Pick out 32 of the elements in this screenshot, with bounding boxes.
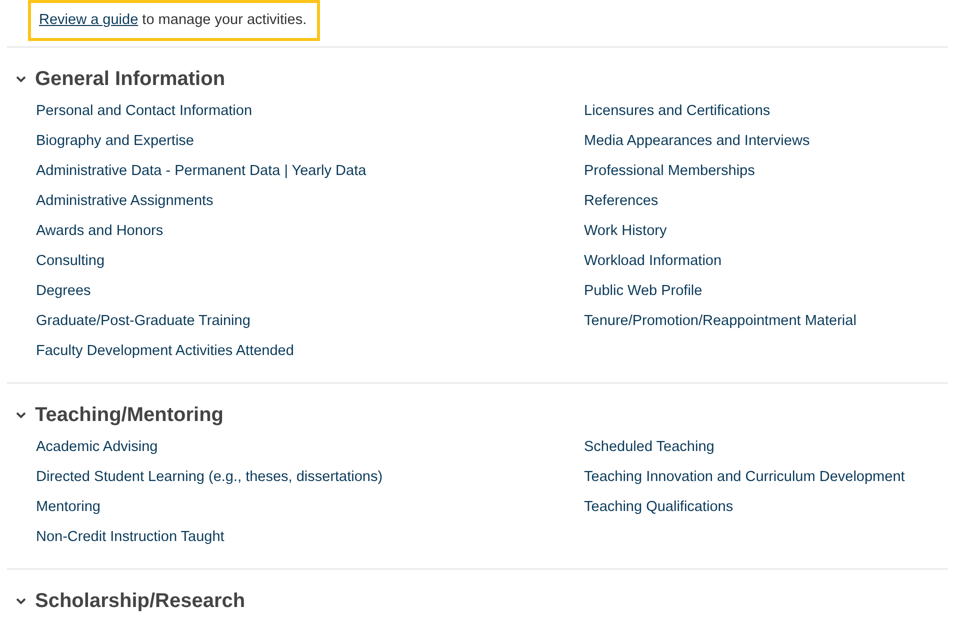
activity-link[interactable]: Degrees bbox=[36, 276, 91, 306]
chevron-icon[interactable] bbox=[16, 76, 26, 82]
activity-link[interactable]: Graduate/Post-Graduate Training bbox=[36, 306, 250, 336]
activity-link[interactable]: Work History bbox=[584, 216, 667, 246]
activity-link[interactable]: Workload Information bbox=[584, 246, 722, 276]
activity-link[interactable]: Academic Advising bbox=[36, 432, 158, 462]
activity-link[interactable]: Media Appearances and Interviews bbox=[584, 126, 810, 156]
activity-link[interactable]: Administrative Assignments bbox=[36, 186, 214, 216]
activity-link[interactable]: Tenure/Promotion/Reappointment Material bbox=[584, 306, 856, 336]
activity-link[interactable]: Directed Student Learning (e.g., theses, dissertations) bbox=[36, 462, 383, 492]
chevron-icon[interactable] bbox=[16, 598, 26, 604]
activity-link[interactable]: Faculty Development Activities Attended bbox=[36, 336, 294, 366]
activity-link[interactable]: Scheduled Teaching bbox=[584, 432, 714, 462]
section-title[interactable]: General Information bbox=[35, 65, 226, 93]
activity-link[interactable]: Awards and Honors bbox=[36, 216, 164, 246]
activity-link[interactable]: References bbox=[584, 186, 658, 216]
activity-link[interactable]: Teaching Innovation and Curriculum Development bbox=[584, 462, 905, 492]
activity-link[interactable]: Public Web Profile bbox=[584, 276, 702, 306]
activity-link[interactable]: Consulting bbox=[36, 246, 105, 276]
activity-link[interactable]: Non-Credit Instruction Taught bbox=[36, 522, 224, 552]
activity-link[interactable]: Biography and Expertise bbox=[36, 126, 194, 156]
activity-link[interactable]: Professional Memberships bbox=[584, 156, 755, 186]
activity-link[interactable]: Licensures and Certifications bbox=[584, 96, 770, 126]
guide-notice: Review a guide to manage your activities. bbox=[28, 0, 320, 41]
section-title[interactable]: Scholarship/Research bbox=[35, 587, 246, 615]
activity-link[interactable]: Administrative Data - Permanent Data | Yearly Data bbox=[36, 156, 366, 186]
guide-link[interactable]: Review a guide bbox=[39, 12, 138, 28]
activity-link[interactable]: Teaching Qualifications bbox=[584, 492, 734, 522]
section-title[interactable]: Teaching/Mentoring bbox=[35, 401, 224, 429]
activity-link[interactable]: Personal and Contact Information bbox=[36, 96, 252, 126]
chevron-icon[interactable] bbox=[16, 412, 26, 418]
activity-link[interactable]: Mentoring bbox=[36, 492, 100, 522]
